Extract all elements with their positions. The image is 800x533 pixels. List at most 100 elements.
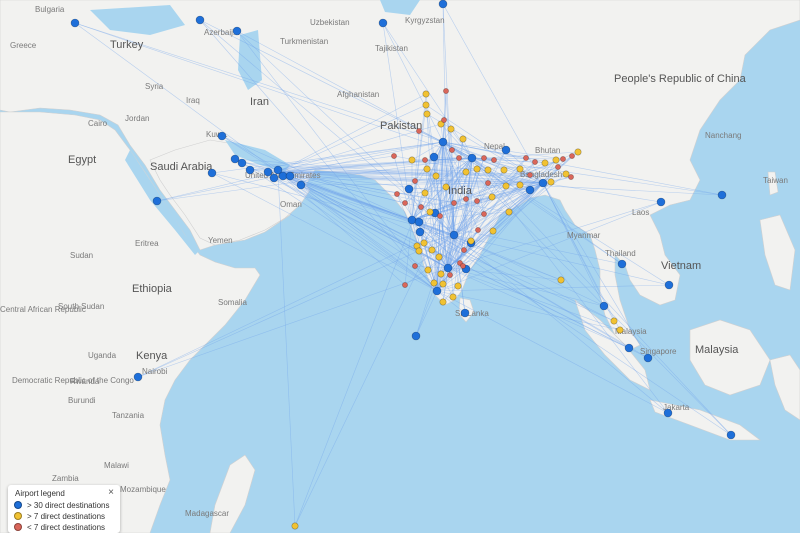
airport-marker-medium[interactable]: [423, 165, 431, 173]
airport-marker-small[interactable]: [422, 157, 428, 163]
airport-marker-large[interactable]: [152, 196, 162, 206]
airport-marker-medium[interactable]: [442, 183, 450, 191]
airport-marker-large[interactable]: [432, 286, 442, 296]
airport-marker-large[interactable]: [656, 197, 666, 207]
airport-marker-small[interactable]: [449, 147, 455, 153]
airport-marker-small[interactable]: [568, 174, 574, 180]
airport-marker-large[interactable]: [269, 173, 279, 183]
airport-marker-small[interactable]: [394, 191, 400, 197]
airport-marker-medium[interactable]: [484, 166, 492, 174]
airport-marker-small[interactable]: [461, 247, 467, 253]
airport-marker-medium[interactable]: [430, 279, 438, 287]
airport-marker-small[interactable]: [402, 282, 408, 288]
airport-marker-large[interactable]: [460, 308, 470, 318]
airport-marker-large[interactable]: [443, 263, 453, 273]
airport-marker-large[interactable]: [195, 15, 205, 25]
airport-marker-large[interactable]: [501, 145, 511, 155]
airport-marker-medium[interactable]: [415, 247, 423, 255]
airport-marker-medium[interactable]: [408, 156, 416, 164]
airport-marker-small[interactable]: [412, 263, 418, 269]
airport-marker-small[interactable]: [451, 200, 457, 206]
airport-marker-small[interactable]: [523, 155, 529, 161]
airport-marker-large[interactable]: [617, 259, 627, 269]
airport-marker-large[interactable]: [207, 168, 217, 178]
airport-marker-large[interactable]: [245, 165, 255, 175]
airport-marker-medium[interactable]: [420, 239, 428, 247]
airport-marker-small[interactable]: [474, 198, 480, 204]
airport-marker-medium[interactable]: [423, 110, 431, 118]
airport-marker-small[interactable]: [416, 128, 422, 134]
legend-close-icon[interactable]: ×: [108, 487, 114, 498]
airport-marker-medium[interactable]: [500, 166, 508, 174]
airport-marker-large[interactable]: [429, 152, 439, 162]
airport-marker-large[interactable]: [664, 280, 674, 290]
airport-marker-small[interactable]: [402, 200, 408, 206]
airport-marker-large[interactable]: [643, 353, 653, 363]
airport-marker-medium[interactable]: [516, 165, 524, 173]
airport-marker-large[interactable]: [525, 185, 535, 195]
airport-marker-small[interactable]: [443, 88, 449, 94]
airport-marker-medium[interactable]: [291, 522, 299, 530]
airport-marker-large[interactable]: [438, 137, 448, 147]
airport-marker-large[interactable]: [663, 408, 673, 418]
airport-marker-medium[interactable]: [428, 246, 436, 254]
airport-marker-large[interactable]: [726, 430, 736, 440]
airport-marker-small[interactable]: [437, 213, 443, 219]
airport-marker-large[interactable]: [415, 227, 425, 237]
airport-marker-medium[interactable]: [432, 172, 440, 180]
airport-marker-medium[interactable]: [426, 208, 434, 216]
airport-marker-large[interactable]: [438, 0, 448, 9]
airport-marker-large[interactable]: [378, 18, 388, 28]
airport-marker-small[interactable]: [456, 155, 462, 161]
airport-marker-medium[interactable]: [467, 237, 475, 245]
airport-marker-large[interactable]: [263, 167, 273, 177]
airport-marker-medium[interactable]: [502, 182, 510, 190]
airport-marker-small[interactable]: [485, 180, 491, 186]
airport-marker-small[interactable]: [560, 156, 566, 162]
airport-marker-large[interactable]: [217, 131, 227, 141]
airport-marker-small[interactable]: [475, 227, 481, 233]
airport-marker-small[interactable]: [463, 196, 469, 202]
airport-marker-medium[interactable]: [447, 125, 455, 133]
airport-marker-small[interactable]: [460, 263, 466, 269]
airport-marker-large[interactable]: [285, 171, 295, 181]
airport-marker-large[interactable]: [232, 26, 242, 36]
airport-marker-large[interactable]: [467, 153, 477, 163]
airport-marker-small[interactable]: [418, 204, 424, 210]
airport-marker-small[interactable]: [412, 178, 418, 184]
airport-marker-large[interactable]: [133, 372, 143, 382]
airport-marker-medium[interactable]: [459, 135, 467, 143]
airport-marker-small[interactable]: [447, 272, 453, 278]
airport-marker-large[interactable]: [404, 184, 414, 194]
airport-marker-medium[interactable]: [437, 270, 445, 278]
airport-marker-medium[interactable]: [616, 326, 624, 334]
airport-marker-medium[interactable]: [422, 90, 430, 98]
airport-marker-medium[interactable]: [557, 276, 565, 284]
airport-marker-small[interactable]: [491, 157, 497, 163]
airport-marker-small[interactable]: [481, 155, 487, 161]
airport-marker-large[interactable]: [414, 217, 424, 227]
airport-marker-medium[interactable]: [473, 165, 481, 173]
airport-marker-small[interactable]: [391, 153, 397, 159]
airport-marker-large[interactable]: [599, 301, 609, 311]
airport-marker-large[interactable]: [624, 343, 634, 353]
airport-marker-medium[interactable]: [541, 159, 549, 167]
airport-marker-small[interactable]: [481, 211, 487, 217]
airport-marker-large[interactable]: [717, 190, 727, 200]
airport-marker-small[interactable]: [441, 117, 447, 123]
airport-marker-medium[interactable]: [516, 181, 524, 189]
airport-marker-medium[interactable]: [439, 298, 447, 306]
airport-marker-medium[interactable]: [439, 280, 447, 288]
airport-marker-medium[interactable]: [547, 178, 555, 186]
airport-marker-large[interactable]: [237, 158, 247, 168]
airport-marker-large[interactable]: [230, 154, 240, 164]
route-map[interactable]: Bulgaria Greece Turkey Azerbaij... Uzbek…: [0, 0, 800, 533]
airport-marker-large[interactable]: [296, 180, 306, 190]
airport-marker-medium[interactable]: [454, 282, 462, 290]
airport-marker-medium[interactable]: [424, 266, 432, 274]
airport-marker-medium[interactable]: [488, 193, 496, 201]
airport-marker-small[interactable]: [555, 164, 561, 170]
airport-marker-small[interactable]: [527, 172, 533, 178]
airport-marker-medium[interactable]: [505, 208, 513, 216]
airport-marker-small[interactable]: [532, 159, 538, 165]
